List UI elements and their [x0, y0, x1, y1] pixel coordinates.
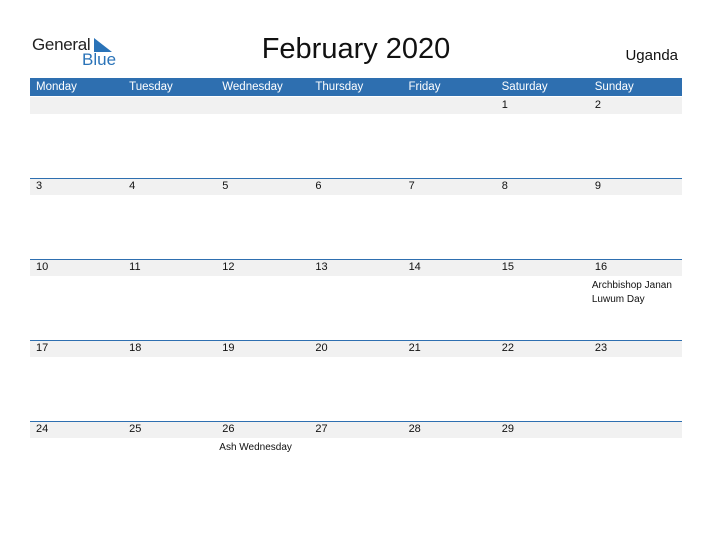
day-cell: 15	[496, 259, 589, 340]
week-row: 3 4 5 6 7 8 9	[30, 178, 682, 259]
day-number: 19	[222, 342, 235, 354]
day-cell: 4	[123, 178, 216, 259]
day-number: 29	[501, 423, 514, 435]
day-number: 13	[315, 261, 328, 273]
day-cell: 21	[403, 340, 496, 421]
day-cell	[403, 97, 496, 178]
day-number: 8	[501, 180, 508, 192]
day-cell: 7	[403, 178, 496, 259]
day-number: 26	[222, 423, 235, 435]
day-number: 16	[594, 261, 608, 273]
day-number: 17	[36, 342, 49, 354]
day-cell: 3	[30, 178, 123, 259]
day-cell: 9	[589, 178, 682, 259]
day-number: 12	[222, 261, 235, 273]
day-cell: 13	[309, 259, 402, 340]
day-number: 24	[36, 423, 49, 435]
country-label: Uganda	[625, 47, 678, 64]
holiday-label: Ash Wednesday	[219, 442, 292, 453]
day-number: 6	[315, 180, 322, 192]
weekday-wednesday: Wednesday	[222, 81, 283, 93]
day-cell	[123, 97, 216, 178]
day-cell: 6	[309, 178, 402, 259]
weekday-monday: Monday	[36, 81, 77, 93]
day-cell: 26 Ash Wednesday	[216, 421, 309, 502]
day-cell: 19	[216, 340, 309, 421]
day-number: 21	[408, 342, 421, 354]
day-cell: 16 Archbishop Janan Luwum Day	[589, 259, 682, 340]
day-number: 25	[129, 423, 142, 435]
day-number: 11	[129, 261, 141, 273]
day-number: 23	[594, 342, 608, 354]
day-cell: 14	[403, 259, 496, 340]
day-number: 18	[129, 342, 142, 354]
day-cell: 25	[123, 421, 216, 502]
weekday-friday: Friday	[408, 81, 441, 93]
day-cell: 5	[216, 178, 309, 259]
holiday-label: Archbishop Janan Luwum Day	[591, 280, 672, 305]
day-cell: 27	[309, 421, 402, 502]
day-number: 3	[36, 180, 43, 192]
day-number: 9	[594, 180, 601, 192]
day-cell	[30, 97, 123, 178]
day-number: 20	[315, 342, 328, 354]
weekday-tuesday: Tuesday	[129, 81, 173, 93]
day-cell	[216, 97, 309, 178]
day-number: 27	[315, 423, 328, 435]
weekday-header: Monday Tuesday Wednesday Thursday Friday…	[30, 78, 682, 96]
day-cell: 1	[496, 97, 589, 178]
day-cell: 20	[309, 340, 402, 421]
weekday-thursday: Thursday	[315, 81, 364, 93]
day-cell: 2	[589, 97, 682, 178]
day-cell: 18	[123, 340, 216, 421]
day-number: 4	[129, 180, 136, 192]
week-row: 12	[30, 97, 682, 178]
day-cell: 29	[496, 421, 589, 502]
day-number: 14	[408, 261, 421, 273]
day-cell: 22	[496, 340, 589, 421]
calendar-title: February 2020	[261, 33, 451, 65]
day-number: 1	[501, 99, 508, 111]
day-cell: 23	[589, 340, 682, 421]
day-cell: 12	[216, 259, 309, 340]
day-number: 7	[408, 180, 415, 192]
day-cell	[589, 421, 682, 502]
day-cell: 28	[403, 421, 496, 502]
day-cell: 8	[496, 178, 589, 259]
day-cell: 10	[30, 259, 123, 340]
weekday-sunday: Sunday	[594, 81, 634, 93]
day-cell: 11	[123, 259, 216, 340]
day-cell	[309, 97, 402, 178]
weekday-saturday: Saturday	[501, 81, 548, 93]
day-cell: 24	[30, 421, 123, 502]
week-row: 10 11 12 13 14 15 16 Archbishop Janan Luwum Day	[30, 259, 682, 340]
week-row: 17 18 19 20 21 22 23	[30, 340, 682, 421]
day-number: 22	[501, 342, 514, 354]
week-row: 24 25 26 Ash Wednesday 27 28 29	[30, 421, 682, 502]
day-number: 5	[222, 180, 229, 192]
day-number: 2	[594, 99, 601, 111]
day-number: 10	[36, 261, 49, 273]
day-cell: 17	[30, 340, 123, 421]
day-number: 15	[501, 261, 514, 273]
day-number: 28	[408, 423, 421, 435]
